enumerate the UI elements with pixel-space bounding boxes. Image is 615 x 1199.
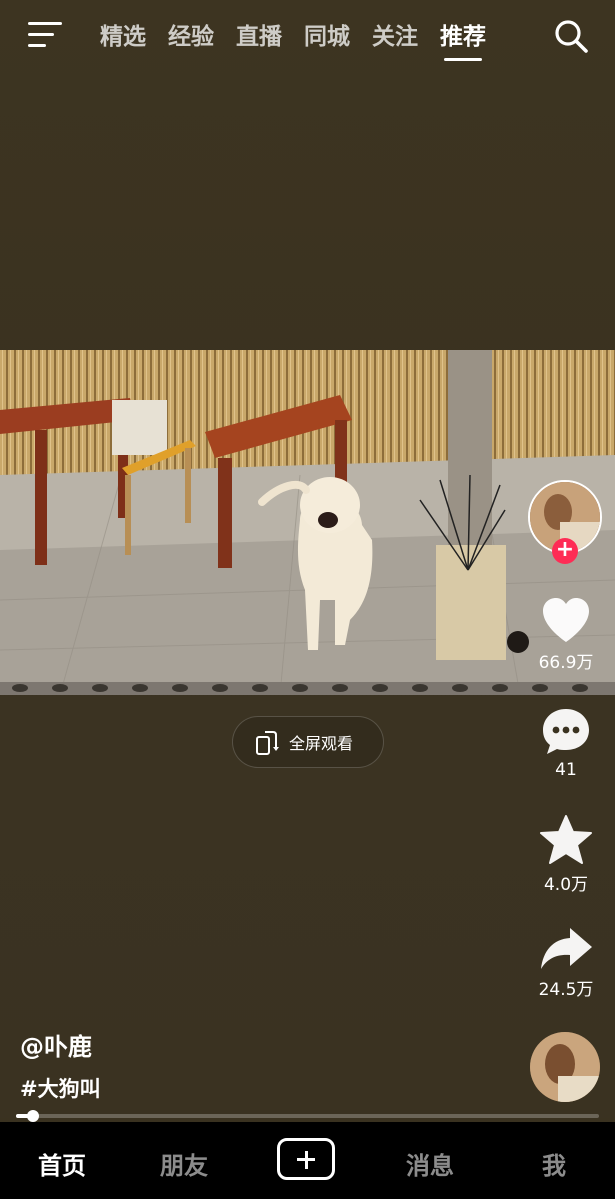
fullscreen-button[interactable]: 全屏观看 xyxy=(232,716,384,768)
share-action[interactable]: 24.5万 xyxy=(521,925,611,1000)
music-disc-icon[interactable] xyxy=(530,1032,600,1102)
share-icon xyxy=(541,928,592,969)
star-icon xyxy=(540,815,592,864)
tab-featured[interactable]: 精选 xyxy=(100,20,146,60)
nav-messages[interactable]: 消息 xyxy=(406,1146,454,1181)
tab-following[interactable]: 关注 xyxy=(372,20,418,60)
share-count: 24.5万 xyxy=(538,980,594,1000)
tab-nearby[interactable]: 同城 xyxy=(304,20,350,60)
favorite-action[interactable]: 4.0万 xyxy=(521,814,611,895)
author-name[interactable]: @卟鹿 xyxy=(20,1027,92,1062)
top-tabs: 精选 经验 直播 同城 关注 推荐 xyxy=(100,20,508,61)
fullscreen-label: 全屏观看 xyxy=(289,734,354,753)
nav-friends[interactable]: 朋友 xyxy=(160,1146,208,1181)
search-icon[interactable] xyxy=(553,18,589,54)
hashtag[interactable]: #大狗叫 xyxy=(20,1073,101,1103)
menu-icon[interactable] xyxy=(28,22,62,48)
favorite-count: 4.0万 xyxy=(543,875,589,895)
comment-action[interactable]: 41 xyxy=(521,706,611,780)
tab-live[interactable]: 直播 xyxy=(236,20,282,60)
nav-home[interactable]: 首页 xyxy=(38,1146,86,1181)
creator-avatar-group: + xyxy=(528,480,602,566)
comment-icon xyxy=(543,709,589,754)
tab-recommended[interactable]: 推荐 xyxy=(440,20,486,61)
rotate-screen-icon xyxy=(256,731,279,755)
tab-experience[interactable]: 经验 xyxy=(168,20,214,60)
video-progress-handle[interactable] xyxy=(27,1110,40,1122)
follow-button[interactable]: + xyxy=(552,538,578,564)
bottom-nav: 首页 朋友 消息 我 xyxy=(0,1122,615,1199)
top-bar: 精选 经验 直播 同城 关注 推荐 xyxy=(0,0,615,72)
like-count: 66.9万 xyxy=(538,653,594,673)
comment-count: 41 xyxy=(555,760,577,780)
add-post-button[interactable] xyxy=(277,1138,335,1180)
nav-me[interactable]: 我 xyxy=(542,1146,566,1181)
heart-icon xyxy=(543,598,589,642)
like-action[interactable]: 66.9万 xyxy=(521,596,611,673)
video-progress-bar[interactable] xyxy=(16,1110,599,1122)
